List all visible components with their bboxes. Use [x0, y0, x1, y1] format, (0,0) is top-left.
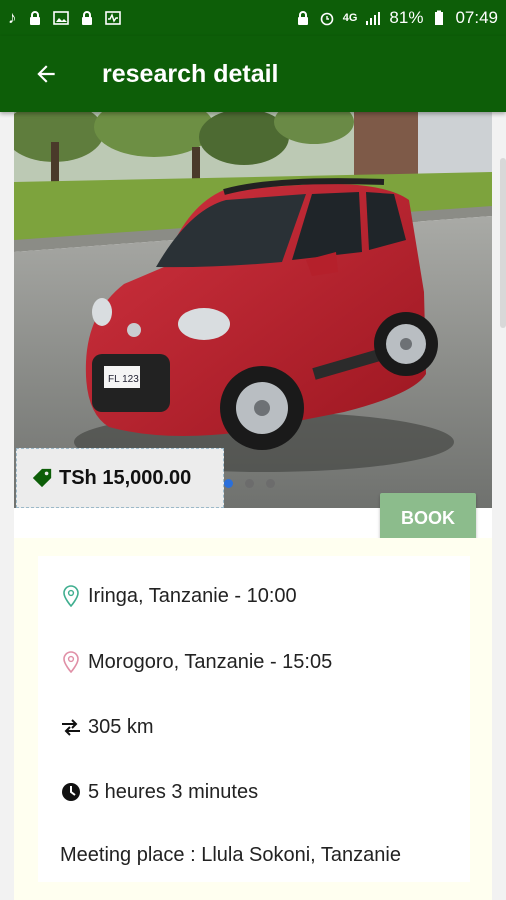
image-icon [52, 11, 69, 25]
back-button[interactable] [16, 44, 76, 104]
clock-time: 07:49 [455, 8, 498, 27]
network-label: 4G [342, 12, 358, 24]
carousel-dot[interactable] [224, 479, 233, 488]
battery-percent: 81% [389, 8, 424, 27]
svg-text:FL 123: FL 123 [108, 374, 139, 385]
lock-icon [81, 11, 92, 25]
music-note-icon: ♪ [8, 8, 17, 27]
status-bar: ♪ 4G 81% 07:49 [0, 0, 506, 36]
arrival-text: Morogoro, Tanzanie - 15:05 [88, 650, 333, 673]
arrival-row: Morogoro, Tanzanie - 15:05 [60, 650, 332, 674]
clock-icon [60, 780, 82, 804]
detail-content: FL 123 TSh 15,000.00 BOOK Iringa, Tanzan… [14, 112, 492, 900]
car-photo-carousel[interactable]: FL 123 TSh 15,000.00 [14, 112, 492, 508]
swap-arrows-icon [60, 715, 82, 739]
location-pin-pink-icon [60, 650, 82, 674]
notification-icons: ♪ [8, 8, 121, 28]
battery-icon [435, 10, 444, 25]
alarm-icon [320, 12, 334, 26]
lock-icon [297, 11, 308, 25]
trip-details-card: Iringa, Tanzanie - 10:00 Morogoro, Tanza… [38, 556, 470, 882]
price-value: TSh 15,000.00 [59, 466, 192, 489]
page-title: research detail [102, 59, 279, 88]
distance-row: 305 km [60, 715, 154, 739]
system-status: 4G 81% 07:49 [295, 8, 498, 28]
meeting-place-text: Meeting place : Llula Sokoni, Tanzanie [60, 844, 401, 866]
departure-row: Iringa, Tanzanie - 10:00 [60, 584, 297, 608]
duration-text: 5 heures 3 minutes [88, 780, 259, 803]
scroll-indicator[interactable] [500, 158, 506, 328]
app-bar: research detail [0, 36, 506, 112]
distance-text: 305 km [88, 715, 154, 738]
book-button[interactable]: BOOK [380, 493, 476, 543]
signal-icon [366, 12, 381, 25]
trip-details-panel: Iringa, Tanzanie - 10:00 Morogoro, Tanza… [14, 538, 492, 900]
carousel-indicators[interactable] [224, 479, 275, 488]
tag-icon [32, 468, 52, 488]
lock-icon [29, 11, 40, 25]
carousel-dot[interactable] [266, 479, 275, 488]
carousel-dot[interactable] [245, 479, 254, 488]
arrow-left-icon [37, 65, 55, 83]
meeting-place-row: Meeting place : Llula Sokoni, Tanzanie [60, 844, 401, 867]
duration-row: 5 heures 3 minutes [60, 780, 258, 804]
location-pin-green-icon [60, 584, 82, 608]
activity-icon [104, 11, 121, 25]
departure-text: Iringa, Tanzanie - 10:00 [88, 584, 297, 607]
price-tag: TSh 15,000.00 [16, 448, 224, 508]
